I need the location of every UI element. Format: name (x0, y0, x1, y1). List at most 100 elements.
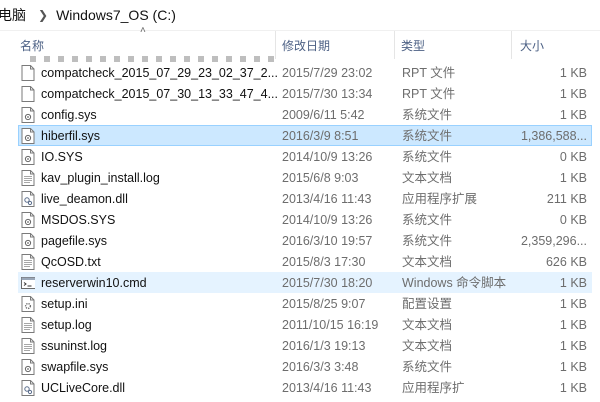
text-document-icon (21, 254, 35, 270)
file-type: 系统文件 (402, 150, 453, 164)
file-row[interactable]: live_deamon.dll 2013/4/16 11:43 应用程序扩展 211 … (18, 188, 592, 209)
file-type: 系统文件 (402, 108, 453, 122)
file-date: 2015/8/3 17:30 (282, 255, 366, 269)
breadcrumb-drive[interactable]: Windows7_OS (C:) (56, 7, 180, 23)
file-size: 1 KB (559, 318, 587, 332)
file-name: config.sys (41, 108, 97, 122)
column-header-size-label: 大小 (520, 39, 545, 53)
file-row[interactable]: compatcheck_2015_07_30_13_33_47_4... 2015… (18, 83, 592, 104)
file-row[interactable]: kav_plugin_install.log 2015/6/8 9:03 文本文档 1… (18, 167, 592, 188)
file-name: reserverwin10.cmd (41, 276, 147, 290)
file-size: 1 KB (559, 297, 587, 311)
file-type: 应用程序扩 (402, 381, 465, 395)
file-row[interactable]: hiberfil.sys 2016/3/9 8:51 系统文件 1,386,588..… (18, 125, 592, 146)
file-name: ssuninst.log (41, 339, 108, 353)
file-size: 1,386,588... (520, 129, 587, 143)
cmd-script-icon (21, 275, 35, 291)
file-date: 2015/7/29 23:02 (282, 66, 373, 80)
file-date: 2016/3/3 3:48 (282, 360, 359, 374)
text-document-icon (21, 338, 35, 354)
text-document-icon (21, 317, 35, 333)
file-name: UCLiveCore.dll (41, 381, 126, 395)
file-type: 系统文件 (402, 129, 453, 143)
system-file-icon (21, 128, 35, 144)
file-date: 2015/7/30 18:20 (282, 276, 373, 290)
file-type: 系统文件 (402, 234, 453, 248)
file-row[interactable]: UCLiveCore.dll 2013/4/16 11:43 应用程序扩 1 KB (18, 377, 592, 398)
file-type: 系统文件 (402, 213, 453, 227)
document-icon (21, 65, 35, 81)
system-file-icon (21, 233, 35, 249)
file-size: 1 KB (559, 360, 587, 374)
file-row[interactable]: setup.log 2011/10/15 16:19 文本文档 1 KB (18, 314, 592, 335)
file-name: MSDOS.SYS (41, 213, 116, 227)
file-name: compatcheck_2015_07_29_23_02_37_2... (41, 66, 279, 80)
file-size: 1 KB (559, 276, 587, 290)
file-type: 应用程序扩展 (402, 192, 478, 206)
file-type: 系统文件 (402, 360, 453, 374)
dll-file-icon (21, 380, 35, 396)
file-size: 1 KB (559, 339, 587, 353)
file-row[interactable]: swapfile.sys 2016/3/3 3:48 系统文件 1 KB (18, 356, 592, 377)
document-icon (21, 86, 35, 102)
breadcrumb-chevron-icon[interactable]: ❯ (38, 8, 48, 22)
system-file-icon (21, 107, 35, 123)
file-date: 2016/1/3 19:13 (282, 339, 366, 353)
system-file-icon (21, 149, 35, 165)
file-type: 文本文档 (402, 339, 453, 353)
file-type: Windows 命令脚本 (402, 276, 507, 290)
file-type: RPT 文件 (402, 66, 456, 80)
file-date: 2016/3/9 8:51 (282, 129, 359, 143)
text-document-icon (21, 170, 35, 186)
breadcrumb-computer[interactable]: 电脑 (0, 5, 30, 25)
file-date: 2014/10/9 13:26 (282, 213, 373, 227)
file-date: 2009/6/11 5:42 (282, 108, 365, 122)
dll-file-icon (21, 191, 35, 207)
file-name: pagefile.sys (41, 234, 108, 248)
file-type: 配置设置 (402, 297, 453, 311)
file-date: 2013/4/16 11:43 (282, 192, 372, 206)
file-size: 626 KB (545, 255, 587, 269)
file-name: live_deamon.dll (41, 192, 128, 206)
file-name: setup.ini (41, 297, 88, 311)
column-header-name[interactable]: 名称 (20, 31, 276, 59)
file-size: 1 KB (559, 171, 587, 185)
file-row[interactable]: setup.ini 2015/8/25 9:07 配置设置 1 KB (18, 293, 592, 314)
file-size: 2,359,296... (520, 234, 587, 248)
file-size: 0 KB (559, 213, 587, 227)
column-header-date-label: 修改日期 (282, 39, 331, 53)
file-name: setup.log (41, 318, 92, 332)
file-size: 1 KB (559, 87, 587, 101)
column-header: ˄ 名称 修改日期 类型 大小 (0, 25, 600, 59)
column-header-type-label: 类型 (401, 39, 426, 53)
file-row[interactable]: pagefile.sys 2016/3/10 19:57 系统文件 2,359,296… (18, 230, 592, 251)
file-type: 文本文档 (402, 318, 453, 332)
column-header-name-label: 名称 (20, 39, 45, 53)
file-date: 2011/10/15 16:19 (282, 318, 379, 332)
file-type: RPT 文件 (402, 87, 456, 101)
file-name: kav_plugin_install.log (41, 171, 160, 185)
file-date: 2015/7/30 13:34 (282, 87, 373, 101)
file-row[interactable]: compatcheck_2015_07_29_23_02_37_2... 2015… (18, 62, 592, 83)
file-size: 1 KB (559, 108, 587, 122)
file-row[interactable]: reserverwin10.cmd 2015/7/30 18:20 Windows … (18, 272, 592, 293)
file-row[interactable]: ssuninst.log 2016/1/3 19:13 文本文档 1 KB (18, 335, 592, 356)
breadcrumb: 电脑 ❯ Windows7_OS (C:) (0, 0, 600, 31)
column-header-date[interactable]: 修改日期 (282, 31, 395, 59)
file-name: QcOSD.txt (41, 255, 101, 269)
file-row[interactable]: IO.SYS 2014/10/9 13:26 系统文件 0 KB (18, 146, 592, 167)
column-header-type[interactable]: 类型 (401, 31, 512, 59)
file-row[interactable]: MSDOS.SYS 2014/10/9 13:26 系统文件 0 KB (18, 209, 592, 230)
system-file-icon (21, 212, 35, 228)
file-date: 2015/6/8 9:03 (282, 171, 359, 185)
file-name: swapfile.sys (41, 360, 109, 374)
file-size: 1 KB (559, 381, 587, 395)
file-row[interactable]: QcOSD.txt 2015/8/3 17:30 文本文档 626 KB (18, 251, 592, 272)
file-row[interactable]: config.sys 2009/6/11 5:42 系统文件 1 KB (18, 104, 592, 125)
file-size: 0 KB (559, 150, 587, 164)
column-header-size[interactable]: 大小 (520, 31, 595, 59)
file-size: 211 KB (546, 192, 587, 206)
file-date: 2014/10/9 13:26 (282, 150, 373, 164)
file-date: 2016/3/10 19:57 (282, 234, 373, 248)
file-name: IO.SYS (41, 150, 83, 164)
